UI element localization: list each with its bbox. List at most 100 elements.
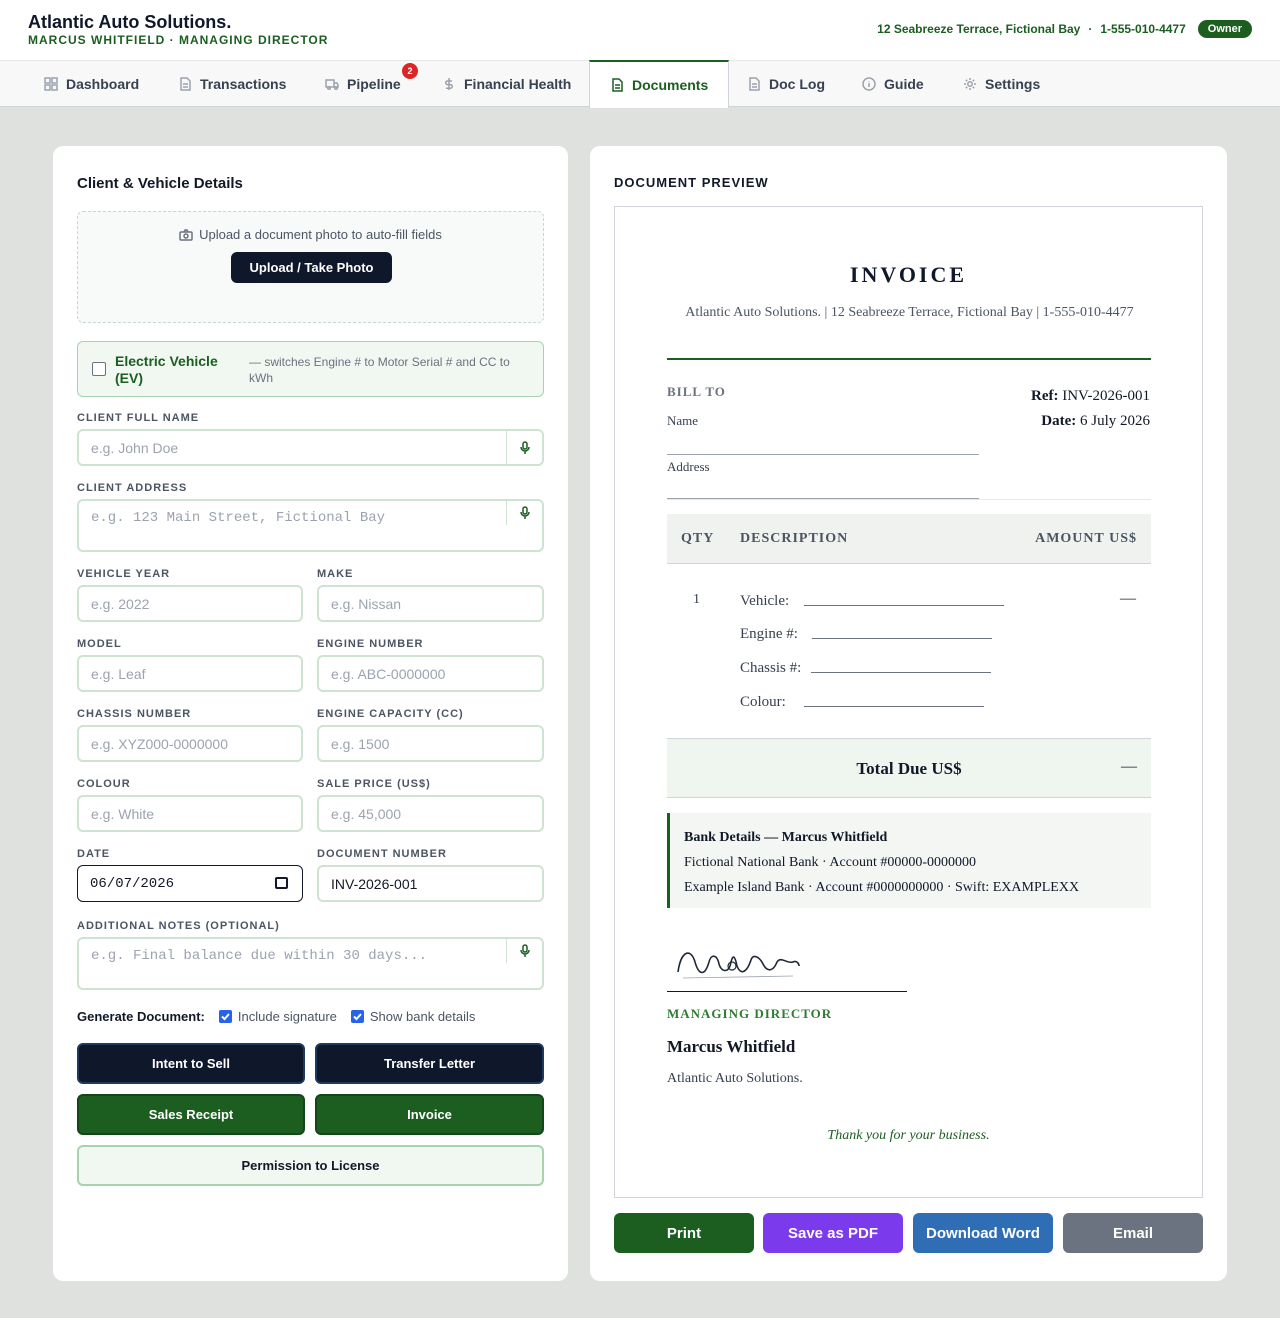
- model-label: MODEL: [77, 638, 122, 650]
- signature-image: [677, 952, 800, 979]
- client-name-placeholder: e.g. John Doe: [91, 439, 179, 456]
- upload-dropzone[interactable]: Upload a document photo to auto-fill fie…: [77, 211, 544, 323]
- check-icon: [221, 1013, 230, 1021]
- include-signature-checkbox[interactable]: [218, 1010, 232, 1023]
- header-divider: [667, 358, 1151, 360]
- generate-label: Generate Document:: [77, 1009, 205, 1024]
- signatory-role: MANAGING DIRECTOR: [667, 1006, 833, 1021]
- permission-to-license-button[interactable]: Permission to License: [77, 1145, 544, 1186]
- microphone-icon: [519, 440, 530, 454]
- brand-subtitle: MARCUS WHITFIELD · MANAGING DIRECTOR: [28, 33, 329, 47]
- header-separator: ·: [1088, 22, 1093, 36]
- total-due-row: Total Due US$ —: [667, 738, 1151, 798]
- transfer-letter-button[interactable]: Transfer Letter: [315, 1043, 544, 1084]
- bank-details: Bank Details — Marcus Whitfield Fictiona…: [667, 813, 1151, 908]
- bank-heading: Bank Details — Marcus Whitfield: [684, 830, 888, 845]
- colour-input[interactable]: e.g. White: [77, 795, 303, 832]
- colour-label: COLOUR: [77, 778, 131, 790]
- col-qty: QTY: [681, 530, 715, 546]
- upload-photo-button[interactable]: Upload / Take Photo: [231, 252, 392, 283]
- tab-settings[interactable]: Settings: [943, 61, 1060, 107]
- engine-number-input[interactable]: e.g. ABC-0000000: [317, 655, 544, 692]
- colour-line: [804, 706, 984, 707]
- upload-hint: Upload a document photo to auto-fill fie…: [78, 227, 543, 242]
- sale-price-input[interactable]: e.g. 45,000: [317, 795, 544, 832]
- client-name-input[interactable]: e.g. John Doe: [77, 429, 544, 466]
- signatory-company: Atlantic Auto Solutions.: [667, 1071, 803, 1086]
- tab-pipeline[interactable]: Pipeline 2: [305, 61, 421, 107]
- invoice-button[interactable]: Invoice: [315, 1094, 544, 1135]
- tab-financial-health[interactable]: Financial Health: [422, 61, 591, 107]
- document-title: INVOICE: [849, 262, 968, 287]
- show-bank-checkbox[interactable]: [350, 1010, 364, 1023]
- document-icon: [612, 78, 623, 92]
- brand-title: Atlantic Auto Solutions.: [28, 12, 232, 32]
- vehicle-year-input[interactable]: e.g. 2022: [77, 585, 303, 622]
- print-button[interactable]: Print: [614, 1213, 754, 1253]
- role-badge: Owner: [1197, 20, 1252, 38]
- date-label: DATE: [77, 848, 111, 860]
- nav-tabs: Dashboard Transactions Pipeline 2 Financ…: [0, 60, 1280, 108]
- app-header: Atlantic Auto Solutions. MARCUS WHITFIEL…: [0, 0, 1280, 60]
- client-name-mic-button[interactable]: [506, 431, 542, 464]
- company-line: Atlantic Auto Solutions. | 12 Seabreeze …: [685, 305, 1134, 320]
- signature-line: [667, 991, 907, 992]
- signatory-name: Marcus Whitfield: [667, 1037, 796, 1056]
- colour-label: Colour:: [740, 694, 786, 710]
- make-input[interactable]: e.g. Nissan: [317, 585, 544, 622]
- check-icon: [353, 1013, 362, 1021]
- client-address-placeholder: e.g. 123 Main Street, Fictional Bay: [91, 510, 386, 526]
- ref-value: INV-2026-001: [1062, 388, 1150, 404]
- ev-label: Electric Vehicle (EV): [115, 353, 218, 386]
- make-label: MAKE: [317, 568, 354, 580]
- colour-placeholder: e.g. White: [91, 805, 155, 822]
- calendar-icon[interactable]: [275, 877, 288, 889]
- include-signature-option[interactable]: Include signature: [218, 1009, 337, 1024]
- truck-icon: [325, 79, 339, 91]
- reference-block: Ref: INV-2026-001 Date: 6 July 2026: [1031, 384, 1150, 434]
- header-contact: 12 Seabreeze Terrace, Fictional Bay · 1-…: [877, 20, 1252, 38]
- tab-doc-log[interactable]: Doc Log: [727, 61, 845, 107]
- date-label: Date:: [1041, 413, 1077, 429]
- tab-label: Dashboard: [66, 76, 140, 92]
- notes-textarea[interactable]: e.g. Final balance due within 30 days...: [77, 937, 544, 990]
- total-due-label: Total Due US$: [856, 759, 962, 778]
- generate-options: Generate Document: Include signature Sho…: [77, 1009, 489, 1024]
- date-value: 06/07/2026: [90, 875, 175, 892]
- notes-placeholder: e.g. Final balance due within 30 days...: [91, 948, 428, 964]
- client-name-label: CLIENT FULL NAME: [77, 412, 200, 424]
- ev-checkbox[interactable]: [92, 362, 106, 376]
- email-button[interactable]: Email: [1063, 1213, 1203, 1253]
- document-number-input[interactable]: INV-2026-001: [317, 865, 544, 902]
- model-input[interactable]: e.g. Leaf: [77, 655, 303, 692]
- download-word-button[interactable]: Download Word: [913, 1213, 1053, 1253]
- dollar-icon: [444, 78, 454, 90]
- tab-transactions[interactable]: Transactions: [158, 61, 306, 107]
- sales-receipt-button[interactable]: Sales Receipt: [77, 1094, 305, 1135]
- engine-capacity-input[interactable]: e.g. 1500: [317, 725, 544, 762]
- tab-dashboard[interactable]: Dashboard: [24, 61, 159, 107]
- intent-to-sell-button[interactable]: Intent to Sell: [77, 1043, 305, 1084]
- date-input[interactable]: 06/07/2026: [77, 865, 303, 902]
- show-bank-label: Show bank details: [369, 1009, 476, 1024]
- thank-you-note: Thank you for your business.: [827, 1128, 990, 1143]
- upload-hint-text: Upload a document photo to auto-fill fie…: [199, 227, 442, 242]
- document-number-label: DOCUMENT NUMBER: [317, 848, 447, 860]
- chassis-line: [811, 672, 991, 673]
- save-pdf-button[interactable]: Save as PDF: [763, 1213, 903, 1253]
- chassis-number-input[interactable]: e.g. XYZ000-0000000: [77, 725, 303, 762]
- ev-toggle-box: Electric Vehicle (EV) — switches Engine …: [77, 341, 544, 397]
- info-icon: [862, 77, 876, 91]
- total-due-value: —: [1121, 758, 1137, 775]
- camera-icon: [179, 228, 193, 241]
- client-address-mic-button[interactable]: [506, 501, 542, 525]
- notes-mic-button[interactable]: [506, 939, 542, 963]
- gear-icon: [964, 78, 976, 90]
- tab-documents[interactable]: Documents: [589, 60, 730, 108]
- client-address-textarea[interactable]: e.g. 123 Main Street, Fictional Bay: [77, 499, 544, 552]
- engine-number-placeholder: e.g. ABC-0000000: [331, 665, 446, 682]
- vehicle-year-placeholder: e.g. 2022: [91, 595, 150, 612]
- item-qty: 1: [693, 592, 700, 607]
- show-bank-option[interactable]: Show bank details: [350, 1009, 476, 1024]
- tab-guide[interactable]: Guide: [842, 61, 944, 107]
